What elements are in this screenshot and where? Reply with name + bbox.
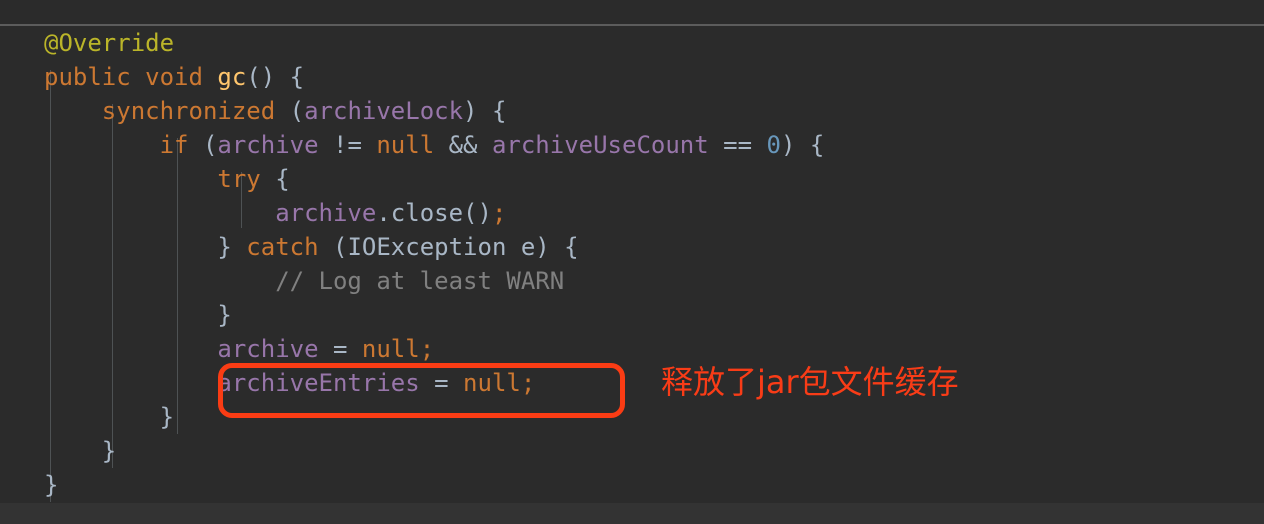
code-line-2[interactable]: public void gc() { bbox=[0, 60, 1264, 94]
code-token: ) { bbox=[780, 131, 825, 159]
code-token: @Override bbox=[44, 29, 175, 57]
code-token: null bbox=[463, 369, 521, 397]
code-token: ( bbox=[275, 97, 305, 125]
code-line-5[interactable]: try { bbox=[0, 162, 1264, 196]
code-token: = bbox=[318, 335, 362, 363]
code-token: gc bbox=[217, 63, 247, 91]
code-token: 0 bbox=[766, 131, 781, 159]
code-token: = bbox=[419, 369, 464, 397]
code-token: null bbox=[376, 131, 435, 159]
code-token: } bbox=[44, 471, 59, 499]
code-token: && bbox=[434, 131, 492, 159]
code-token: ; bbox=[520, 369, 536, 397]
editor-bottom-strip bbox=[0, 503, 1264, 524]
code-line-8[interactable]: // Log at least WARN bbox=[0, 264, 1264, 298]
code-line-10[interactable]: archive = null; bbox=[0, 332, 1264, 366]
code-token: public bbox=[44, 63, 131, 91]
code-token: ( bbox=[188, 131, 218, 159]
code-line-14[interactable]: } bbox=[0, 468, 1264, 502]
code-line-12[interactable]: } bbox=[0, 400, 1264, 434]
code-token: ; bbox=[491, 199, 507, 227]
code-lines[interactable]: @Override public void gc() { synchronized… bbox=[0, 26, 1264, 502]
code-token: () { bbox=[246, 63, 305, 91]
code-token: catch bbox=[246, 233, 319, 261]
code-token: (IOException e) { bbox=[318, 233, 579, 261]
code-token: { bbox=[260, 165, 290, 193]
code-token: synchronized bbox=[101, 97, 276, 125]
code-token: } bbox=[44, 301, 232, 329]
code-token: archiveUseCount bbox=[491, 131, 709, 159]
code-token: try bbox=[217, 165, 261, 193]
code-token: // Log at least WARN bbox=[275, 267, 565, 295]
code-token: ; bbox=[419, 335, 435, 363]
code-token: archive bbox=[217, 335, 319, 363]
code-token: archive bbox=[217, 131, 319, 159]
code-line-3[interactable]: synchronized (archiveLock) { bbox=[0, 94, 1264, 128]
code-line-4[interactable]: if (archive != null && archiveUseCount =… bbox=[0, 128, 1264, 162]
code-token: } bbox=[44, 403, 175, 431]
code-editor-viewport: @Override public void gc() { synchronized… bbox=[0, 0, 1264, 524]
code-line-6[interactable]: archive.close(); bbox=[0, 196, 1264, 230]
code-token: null bbox=[361, 335, 420, 363]
code-line-13[interactable]: } bbox=[0, 434, 1264, 468]
code-token: void bbox=[145, 63, 203, 91]
annotation-note-text: 释放了jar包文件缓存 bbox=[661, 363, 959, 401]
code-line-7[interactable]: } catch (IOException e) { bbox=[0, 230, 1264, 264]
code-surface[interactable]: @Override public void gc() { synchronized… bbox=[0, 26, 1264, 503]
code-token: != bbox=[318, 131, 377, 159]
code-line-11[interactable]: archiveEntries = null; bbox=[0, 366, 1264, 400]
code-token: == bbox=[708, 131, 767, 159]
code-line-9[interactable]: } bbox=[0, 298, 1264, 332]
code-token: archive bbox=[275, 199, 377, 227]
code-token: } bbox=[44, 233, 247, 261]
code-line-1[interactable]: @Override bbox=[0, 26, 1264, 60]
code-token: } bbox=[44, 437, 117, 465]
code-token: archiveLock bbox=[304, 97, 464, 125]
code-token: ) { bbox=[463, 97, 507, 125]
code-token: .close() bbox=[376, 199, 492, 227]
code-token: if bbox=[159, 131, 189, 159]
code-token: archiveEntries bbox=[217, 369, 420, 397]
